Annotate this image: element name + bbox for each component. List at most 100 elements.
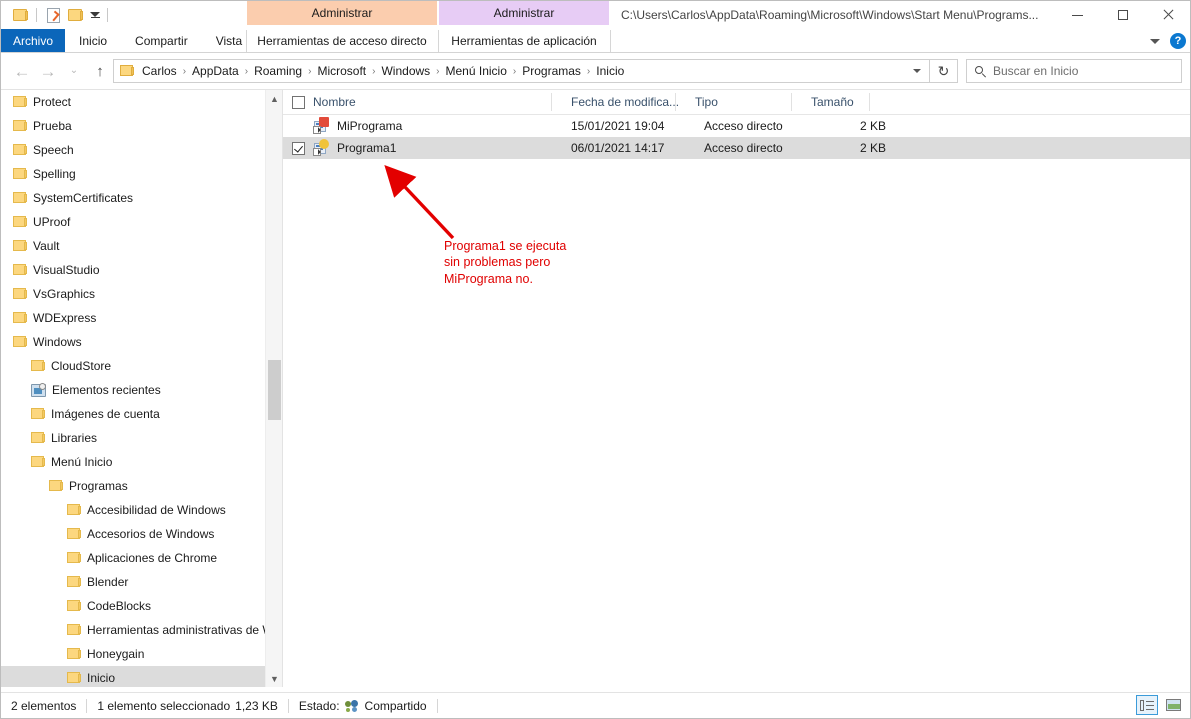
breadcrumb-item-carlos[interactable]: Carlos [137, 64, 182, 78]
folder-icon [67, 552, 81, 564]
search-input[interactable]: Buscar en Inicio [993, 64, 1078, 78]
close-button[interactable] [1145, 1, 1190, 29]
tree-item-imágenes-de-cuenta[interactable]: Imágenes de cuenta [1, 402, 283, 426]
tree-item-prueba[interactable]: Prueba [1, 114, 283, 138]
search-box[interactable]: Buscar en Inicio [966, 59, 1182, 83]
breadcrumb-item-roaming[interactable]: Roaming [249, 64, 307, 78]
qat-dropdown-icon[interactable] [86, 4, 102, 26]
annotation-line-2: sin problemas pero [444, 255, 551, 269]
tree-item-speech[interactable]: Speech [1, 138, 283, 162]
tree-item-vault[interactable]: Vault [1, 234, 283, 258]
view-details-button[interactable] [1136, 695, 1158, 715]
tree-item-label: VisualStudio [33, 263, 100, 277]
row-checkbox[interactable] [292, 141, 305, 155]
folder-icon [31, 456, 45, 468]
navigation-pane: Protect Prueba Speech Spelling SystemCertifi… [1, 90, 283, 687]
tree-item-uproof[interactable]: UProof [1, 210, 283, 234]
back-button[interactable]: ← [9, 58, 35, 84]
chevron-down-icon[interactable] [1150, 38, 1160, 44]
tree-item-systemcertificates[interactable]: SystemCertificates [1, 186, 283, 210]
breadcrumb-dropdown-icon[interactable] [913, 69, 921, 73]
status-bar: 2 elementos 1 elemento seleccionado 1,23… [1, 692, 1190, 718]
status-state-value: Compartido [364, 698, 427, 713]
properties-icon[interactable] [42, 4, 64, 26]
select-all-checkbox[interactable] [292, 95, 305, 109]
column-nombre[interactable]: Nombre ⌃ [313, 90, 562, 114]
table-row[interactable]: MiPrograma 15/01/2021 19:04 Acceso directo… [283, 115, 1190, 137]
folder-icon [13, 240, 27, 252]
tree-item-aplicaciones-de-chrome[interactable]: Aplicaciones de Chrome [1, 546, 283, 570]
tree-item-label: CloudStore [51, 359, 112, 373]
tree-item-vsgraphics[interactable]: VsGraphics [1, 282, 283, 306]
table-row[interactable]: Programa1 06/01/2021 14:17 Acceso directo 2… [283, 137, 1190, 159]
breadcrumb-item-microsoft[interactable]: Microsoft [312, 64, 371, 78]
tab-herramientas-aplicacion[interactable]: Herramientas de aplicación [439, 29, 609, 53]
tree-item-label: VsGraphics [33, 287, 96, 301]
tree-item-accesorios-de-windows[interactable]: Accesorios de Windows [1, 522, 283, 546]
column-fecha[interactable]: Fecha de modifica... [562, 90, 686, 114]
breadcrumb[interactable]: Carlos › AppData › Roaming › Microsoft › Windows… [113, 59, 930, 83]
tree-item-spelling[interactable]: Spelling [1, 162, 283, 186]
tree-item-inicio[interactable]: Inicio [1, 666, 283, 687]
tree-item-menú-inicio[interactable]: Menú Inicio [1, 450, 283, 474]
new-folder-icon[interactable] [64, 4, 86, 26]
tree-item-label: Prueba [33, 119, 72, 133]
nav-scroll-up-button[interactable]: ▲ [266, 90, 283, 107]
tab-archivo[interactable]: Archivo [1, 29, 66, 53]
annotation-line-3: MiPrograma no. [444, 272, 533, 286]
tree-item-label: Libraries [51, 431, 98, 445]
tree-item-honeygain[interactable]: Honeygain [1, 642, 283, 666]
view-buttons [1136, 695, 1184, 715]
tree-item-codeblocks[interactable]: CodeBlocks [1, 594, 283, 618]
tree-item-label: Accesibilidad de Windows [87, 503, 226, 517]
breadcrumb-item-appdata[interactable]: AppData [187, 64, 244, 78]
tree-item-cloudstore[interactable]: CloudStore [1, 354, 283, 378]
nav-scroll-thumb[interactable] [268, 360, 281, 420]
column-tipo[interactable]: Tipo [686, 90, 802, 114]
nav-scrollbar[interactable]: ▲ ▼ [265, 90, 283, 687]
tree-item-elementos-recientes[interactable]: Elementos recientes [1, 378, 283, 402]
red-arrow-icon [384, 165, 455, 240]
tree-item-label: Blender [87, 575, 129, 589]
help-icon[interactable]: ? [1170, 33, 1186, 49]
refresh-button[interactable]: ↻ [930, 59, 958, 83]
tree-item-windows[interactable]: Windows [1, 330, 283, 354]
column-header-row: Nombre ⌃ Fecha de modifica... Tipo Tamañ… [283, 90, 1190, 115]
folder-properties-icon[interactable] [9, 4, 31, 26]
minimize-button[interactable] [1055, 1, 1100, 29]
tree-item-label: Honeygain [87, 647, 145, 661]
tree-item-blender[interactable]: Blender [1, 570, 283, 594]
tree-item-herramientas-administrativas-de-w[interactable]: Herramientas administrativas de W [1, 618, 283, 642]
tree-item-label: Speech [33, 143, 74, 157]
forward-button[interactable]: → [35, 58, 61, 84]
tab-herramientas-acceso-directo[interactable]: Herramientas de acceso directo [247, 29, 437, 53]
qat-divider-2 [107, 8, 108, 22]
tree-item-visualstudio[interactable]: VisualStudio [1, 258, 283, 282]
cell-fecha: 15/01/2021 19:04 [571, 119, 665, 133]
tree-item-wdexpress[interactable]: WDExpress [1, 306, 283, 330]
tree-item-label: Menú Inicio [51, 455, 113, 469]
recent-locations-button[interactable]: ⌄ [61, 58, 87, 84]
folder-icon [67, 528, 81, 540]
tree-item-programas[interactable]: Programas [1, 474, 283, 498]
contextual-group-application-label: Administrar [493, 6, 555, 20]
maximize-button[interactable] [1100, 1, 1145, 29]
nav-scroll-down-button[interactable]: ▼ [266, 670, 283, 687]
breadcrumb-item-windows[interactable]: Windows [376, 64, 435, 78]
tree-item-libraries[interactable]: Libraries [1, 426, 283, 450]
folder-icon [67, 624, 81, 636]
status-item-count: 2 elementos [11, 698, 77, 713]
ribbon-tab-bar: Archivo Inicio Compartir Vista Herramien… [1, 29, 1190, 53]
view-large-icons-button[interactable] [1162, 695, 1184, 715]
breadcrumb-item-inicio[interactable]: Inicio [591, 64, 629, 78]
tree-item-label: Herramientas administrativas de W [87, 623, 274, 637]
breadcrumb-item-programas[interactable]: Programas [517, 64, 586, 78]
tab-compartir[interactable]: Compartir [121, 29, 202, 53]
folder-icon [49, 480, 63, 492]
tree-item-accesibilidad-de-windows[interactable]: Accesibilidad de Windows [1, 498, 283, 522]
tree-item-protect[interactable]: Protect [1, 90, 283, 114]
breadcrumb-item-menú-inicio[interactable]: Menú Inicio [441, 64, 512, 78]
tab-inicio[interactable]: Inicio [65, 29, 121, 53]
up-button[interactable]: ↑ [87, 58, 113, 84]
folder-icon [31, 408, 45, 420]
